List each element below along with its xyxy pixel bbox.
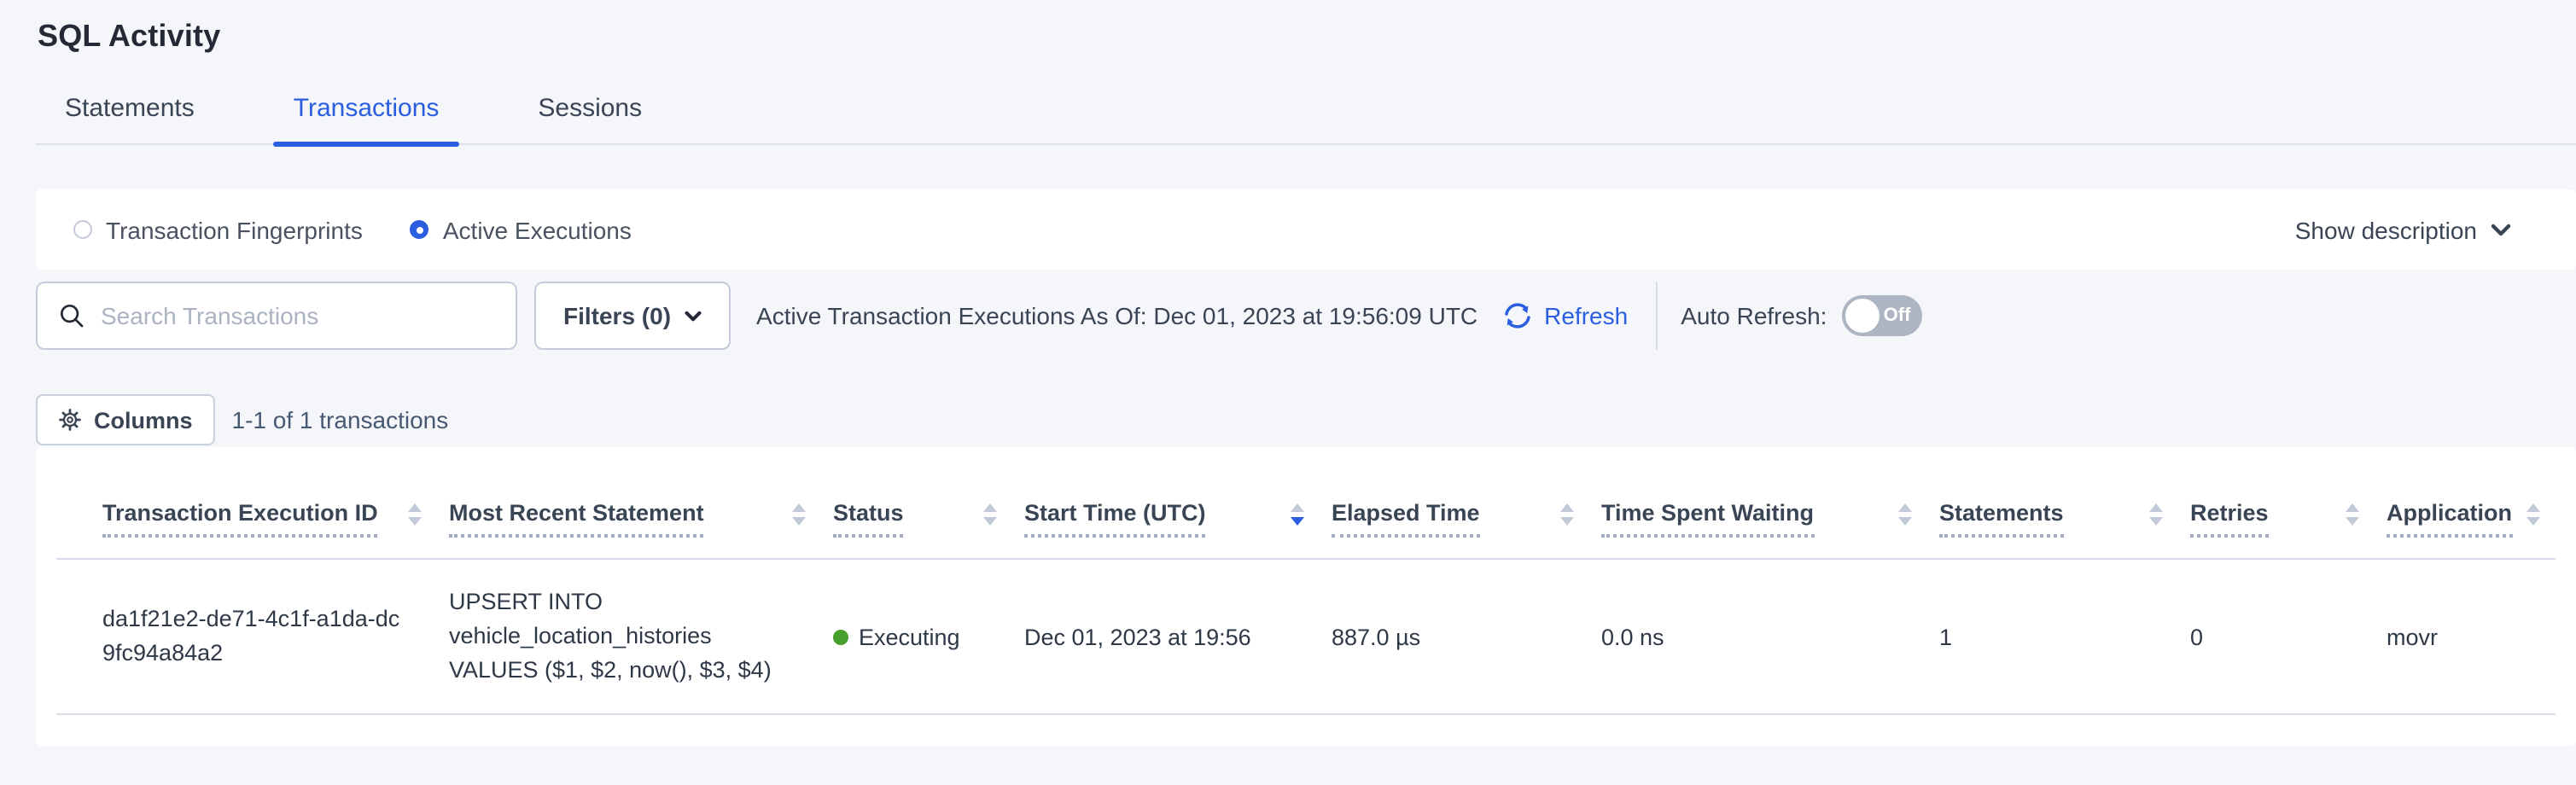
radio-transaction-fingerprints[interactable]: Transaction Fingerprints	[73, 216, 363, 243]
as-of-timestamp: Active Transaction Executions As Of: Dec…	[756, 302, 1477, 329]
column-header-elapsed-time[interactable]: Elapsed Time	[1332, 447, 1601, 559]
cell-statements: 1	[1939, 559, 2190, 714]
cell-time-spent-waiting: 0.0 ns	[1601, 559, 1939, 714]
cell-status: Executing	[833, 559, 1024, 714]
gear-icon	[58, 408, 82, 432]
toggle-state-label: Off	[1884, 305, 1923, 326]
sort-icon[interactable]	[983, 503, 997, 526]
tab-sessions[interactable]: Sessions	[517, 94, 662, 143]
sql-activity-page: SQL Activity Statements Transactions Ses…	[0, 0, 2576, 785]
columns-button-label: Columns	[94, 407, 193, 433]
view-mode-card: Transaction Fingerprints Active Executio…	[36, 189, 2576, 270]
radio-label: Active Executions	[443, 216, 632, 243]
refresh-icon	[1500, 299, 1534, 333]
status-executing-dot-icon	[833, 629, 848, 644]
column-header-most-recent-statement[interactable]: Most Recent Statement	[449, 447, 833, 559]
vertical-divider	[1655, 282, 1657, 350]
transactions-table: Transaction Execution ID Most Recent Sta…	[56, 447, 2556, 715]
columns-button[interactable]: Columns	[36, 394, 215, 445]
chevron-down-icon	[2491, 223, 2511, 236]
column-header-start-time[interactable]: Start Time (UTC)	[1024, 447, 1332, 559]
radio-selected-icon	[411, 220, 429, 239]
auto-refresh-label: Auto Refresh:	[1681, 302, 1827, 329]
status-label: Executing	[859, 624, 960, 649]
column-header-status[interactable]: Status	[833, 447, 1024, 559]
cell-transaction-execution-id[interactable]: da1f21e2-de71-4c1f-a1da-dc9fc94a84a2	[56, 559, 449, 714]
show-description-label: Show description	[2295, 216, 2477, 243]
sort-icon[interactable]	[792, 503, 806, 526]
radio-active-executions[interactable]: Active Executions	[411, 216, 632, 243]
tab-transactions[interactable]: Transactions	[273, 94, 460, 143]
view-mode-radio-group: Transaction Fingerprints Active Executio…	[73, 216, 632, 243]
radio-label: Transaction Fingerprints	[106, 216, 363, 243]
tab-statements[interactable]: Statements	[44, 94, 215, 143]
table-row[interactable]: da1f21e2-de71-4c1f-a1da-dc9fc94a84a2 UPS…	[56, 559, 2556, 714]
show-description-button[interactable]: Show description	[2295, 216, 2511, 243]
transactions-table-card: Transaction Execution ID Most Recent Sta…	[36, 447, 2576, 746]
cell-application: movr	[2387, 559, 2556, 714]
cell-most-recent-statement[interactable]: UPSERT INTO vehicle_location_histories V…	[449, 559, 833, 714]
table-meta-row: Columns 1-1 of 1 transactions	[36, 394, 2576, 445]
cell-elapsed-time: 887.0 µs	[1332, 559, 1601, 714]
auto-refresh-toggle[interactable]: Off	[1842, 295, 1922, 336]
filters-button[interactable]: Filters (0)	[534, 282, 731, 350]
radio-unselected-icon	[73, 220, 92, 239]
page-title: SQL Activity	[0, 0, 2576, 55]
column-header-transaction-execution-id[interactable]: Transaction Execution ID	[56, 447, 449, 559]
sort-icon[interactable]	[2346, 503, 2359, 526]
sort-icon[interactable]	[2149, 503, 2163, 526]
column-header-retries[interactable]: Retries	[2190, 447, 2387, 559]
table-header-row: Transaction Execution ID Most Recent Sta…	[56, 447, 2556, 559]
refresh-label: Refresh	[1544, 302, 1628, 329]
search-box	[36, 282, 517, 350]
sort-icon[interactable]	[1898, 503, 1912, 526]
sort-icon[interactable]	[1560, 503, 1574, 526]
sort-icon[interactable]	[2526, 503, 2539, 526]
column-header-statements[interactable]: Statements	[1939, 447, 2190, 559]
search-input[interactable]	[101, 302, 498, 329]
column-header-time-spent-waiting[interactable]: Time Spent Waiting	[1601, 447, 1939, 559]
toggle-knob	[1845, 299, 1880, 333]
controls-row: Filters (0) Active Transaction Execution…	[36, 282, 2576, 350]
column-header-application[interactable]: Application	[2387, 447, 2556, 559]
cell-retries: 0	[2190, 559, 2387, 714]
search-icon	[58, 302, 85, 329]
sort-icon-active-desc[interactable]	[1291, 503, 1304, 526]
results-count: 1-1 of 1 transactions	[232, 406, 449, 433]
refresh-button[interactable]: Refresh	[1500, 299, 1628, 333]
filters-button-label: Filters (0)	[563, 302, 671, 329]
sort-icon[interactable]	[408, 503, 422, 526]
cell-start-time: Dec 01, 2023 at 19:56	[1024, 559, 1332, 714]
tab-bar: Statements Transactions Sessions	[36, 94, 2576, 145]
chevron-down-icon	[685, 310, 702, 322]
